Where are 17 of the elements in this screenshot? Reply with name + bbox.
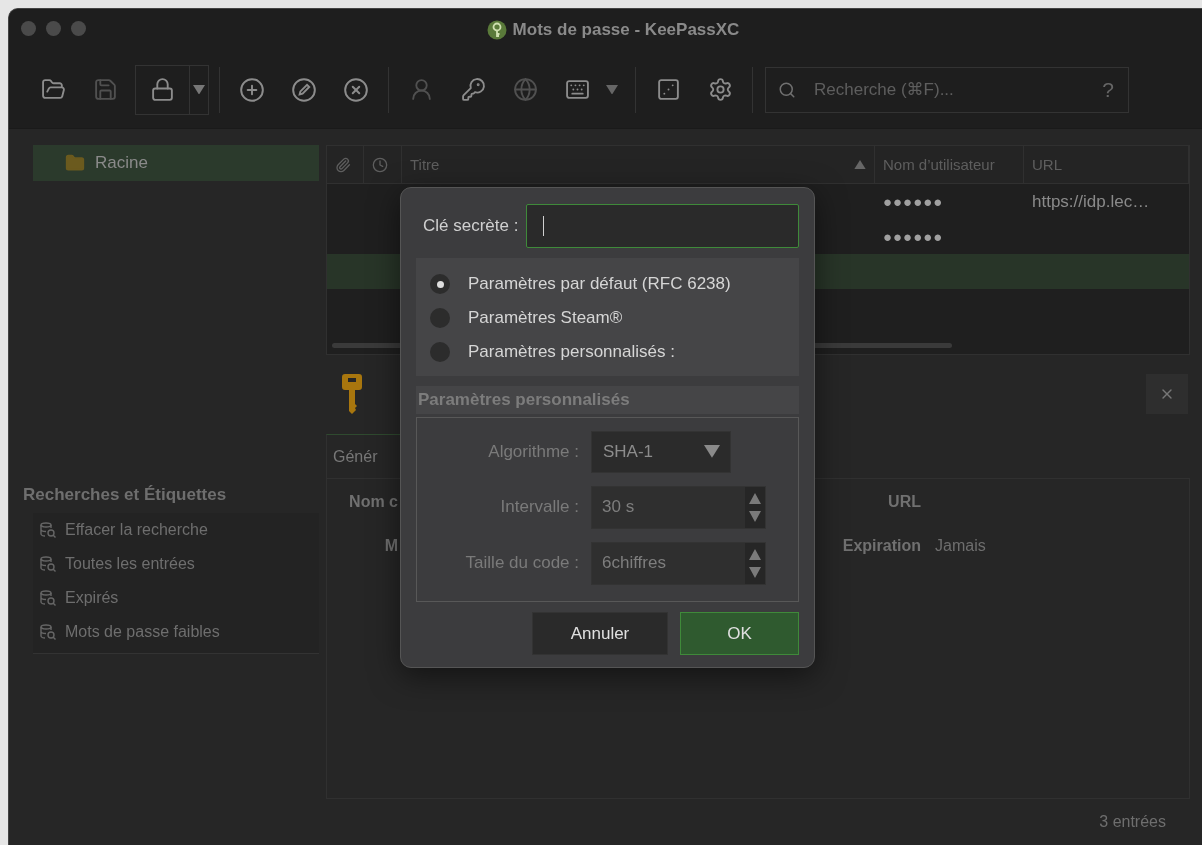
field-label: Clé secrète :: [423, 216, 519, 236]
field-label: Nom c: [349, 493, 398, 512]
field-value: Jamais: [935, 537, 987, 556]
field-label: URL: [888, 493, 921, 512]
field-label: Taille du code :: [465, 553, 579, 573]
window-title: Mots de passe - KeePassXC: [512, 20, 740, 40]
option-label: Paramètres par défaut (RFC 6238): [468, 274, 731, 294]
field-label: M: [384, 537, 398, 556]
table-cell-text: ●●●●●●: [882, 192, 945, 212]
entry-count: 3 entrées: [1099, 813, 1166, 832]
field-label: Algorithme :: [488, 441, 579, 462]
field-label: Intervalle :: [500, 497, 579, 517]
option-label: Paramètres personnalisés :: [468, 342, 675, 362]
option-label: Paramètres Steam®: [468, 308, 623, 328]
field-label: Expiration: [842, 537, 921, 556]
section-title: Recherches et Étiquettes: [22, 485, 228, 506]
table-cell-text: https://idp.lec…: [1031, 190, 1151, 213]
